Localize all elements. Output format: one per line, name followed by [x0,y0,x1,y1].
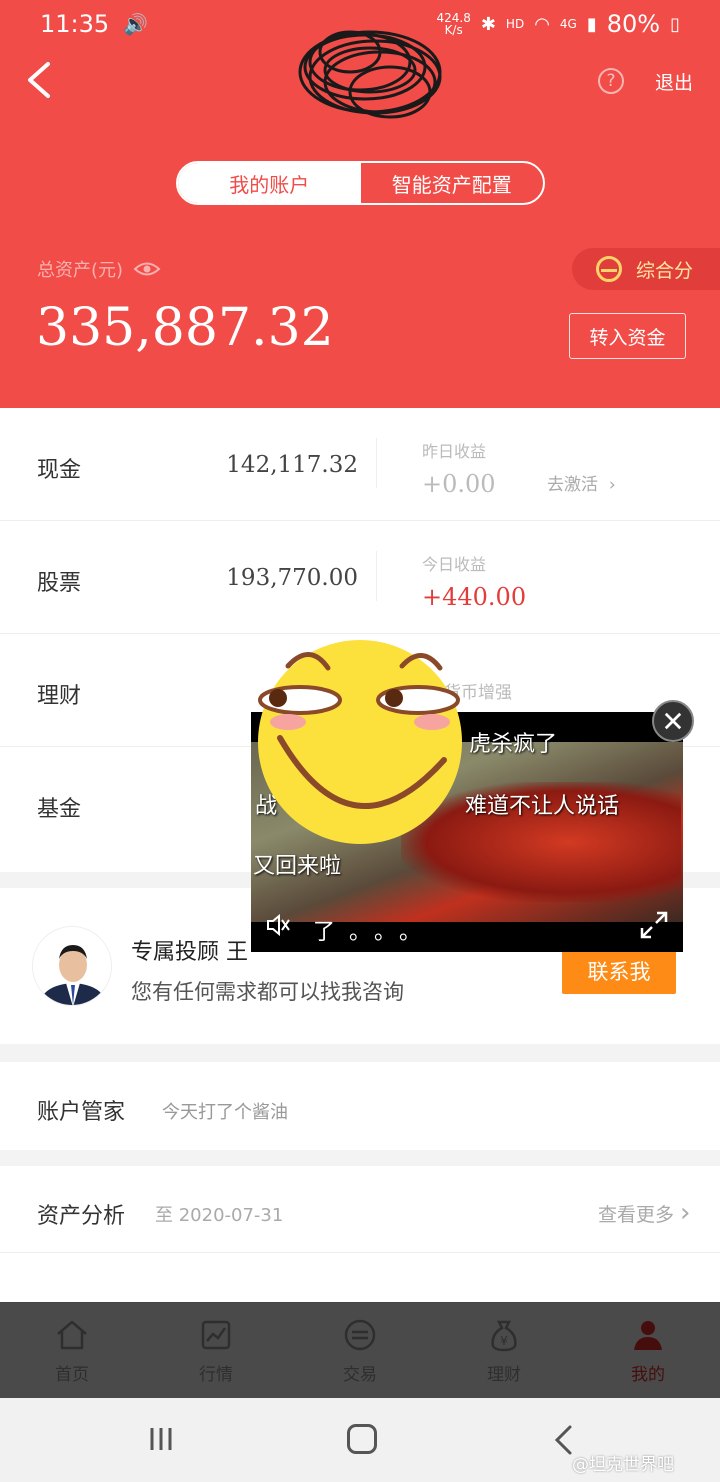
video-caption: 虎杀疯了 [469,732,558,757]
asset-name: 现金 [37,458,82,483]
nav-home[interactable]: 首页 [0,1303,144,1398]
video-caption: 难道不让人说话 [465,794,620,819]
score-label: 综合分 [636,259,694,282]
video-caption: 了。。。 [313,920,436,945]
close-video-icon[interactable] [652,700,694,742]
exchange-icon [344,1319,376,1351]
butler-subtitle: 今天打了个酱油 [162,1102,288,1123]
asset-name: 基金 [37,797,82,822]
bottom-navigation: 首页 行情 交易 ¥ 理财 我的 [0,1302,720,1398]
home-icon [57,1320,87,1350]
watermark: @坦克世界吧 [572,1455,674,1475]
redacted-scribble [298,30,442,119]
chevron-right-icon: › [680,1198,691,1228]
recent-apps-icon[interactable] [148,1426,174,1452]
account-butler-row[interactable]: 账户管家 今天打了个酱油 [0,1062,720,1150]
money-bag-icon: ¥ [491,1320,517,1352]
smirk-emoji-sticker [258,640,462,844]
activate-link[interactable]: 去激活 › [547,470,616,495]
mute-icon[interactable] [265,912,291,938]
divider [376,551,377,601]
nav-wealth[interactable]: ¥ 理财 [432,1303,576,1398]
analysis-title: 资产分析 [37,1204,126,1229]
gauge-icon [596,256,622,282]
contact-advisor-button[interactable]: 联系我 [562,948,676,994]
battery-icon: ▯ [670,13,680,35]
asset-row-cash[interactable]: 现金 142,117.32 昨日收益 +0.00 去激活 › [0,408,720,521]
chart-icon [201,1320,231,1350]
video-caption: 又回来啦 [253,854,342,879]
view-more-link[interactable]: 查看更多 › [598,1198,690,1228]
nav-trade[interactable]: 交易 [288,1303,432,1398]
tab-my-account[interactable]: 我的账户 [178,163,361,203]
volume-icon: 🔊 [123,12,149,36]
divider [0,1252,720,1253]
back-arrow-icon[interactable] [22,60,58,100]
nav-market[interactable]: 行情 [144,1303,288,1398]
today-earnings-label: 今日收益 [422,555,487,574]
yesterday-earnings-value: +0.00 [422,470,496,498]
total-assets-label: 总资产(元) [37,260,124,281]
status-time: 11:35 [40,10,110,38]
wifi-icon: ◠ [534,13,550,35]
total-assets-label-row: 总资产(元) [37,256,161,282]
asset-row-stocks[interactable]: 股票 193,770.00 今日收益 +440.00 [0,521,720,634]
total-assets-value: 335,887.32 [36,298,334,358]
advisor-avatar [32,926,112,1006]
signal-badge: 4G [559,17,577,31]
bluetooth-icon: ✱ [480,13,496,35]
divider [376,438,377,488]
eye-icon[interactable] [133,260,161,278]
asset-name: 股票 [37,571,82,596]
analysis-date: 至 2020-07-31 [155,1205,284,1226]
advisor-description: 您有任何需求都可以找我咨询 [131,980,404,1004]
asset-amount: 193,770.00 [226,565,358,591]
nav-mine[interactable]: 我的 [576,1303,720,1398]
account-tabs: 我的账户 智能资产配置 [176,161,545,205]
hd-badge: HD [505,17,525,31]
help-icon[interactable]: ? [598,68,624,94]
asset-analysis-section: 资产分析 至 2020-07-31 查看更多 › [0,1166,720,1302]
yesterday-earnings-label: 昨日收益 [422,442,487,461]
advisor-title: 专属投顾 王 [131,940,248,965]
user-icon [634,1321,662,1350]
logout-button[interactable]: 退出 [655,68,693,95]
cell-signal-icon: ▮ [586,13,597,35]
svg-text:¥: ¥ [500,1334,508,1348]
tab-smart-allocation[interactable]: 智能资产配置 [361,163,544,203]
score-button[interactable]: 综合分 [572,248,720,290]
battery-percent: 80% [606,10,661,38]
asset-name: 理财 [37,684,82,709]
transfer-funds-button[interactable]: 转入资金 [569,313,686,359]
expand-icon[interactable] [639,910,669,940]
home-button-icon[interactable] [347,1424,377,1454]
asset-amount: 142,117.32 [226,452,358,478]
butler-title: 账户管家 [37,1100,126,1125]
chevron-right-icon: › [608,475,616,495]
today-earnings-value: +440.00 [422,583,527,611]
account-header: 11:35 🔊 424.8 K/s ✱ HD ◠ 4G ▮ 80% ▯ ? 退出… [0,0,720,408]
